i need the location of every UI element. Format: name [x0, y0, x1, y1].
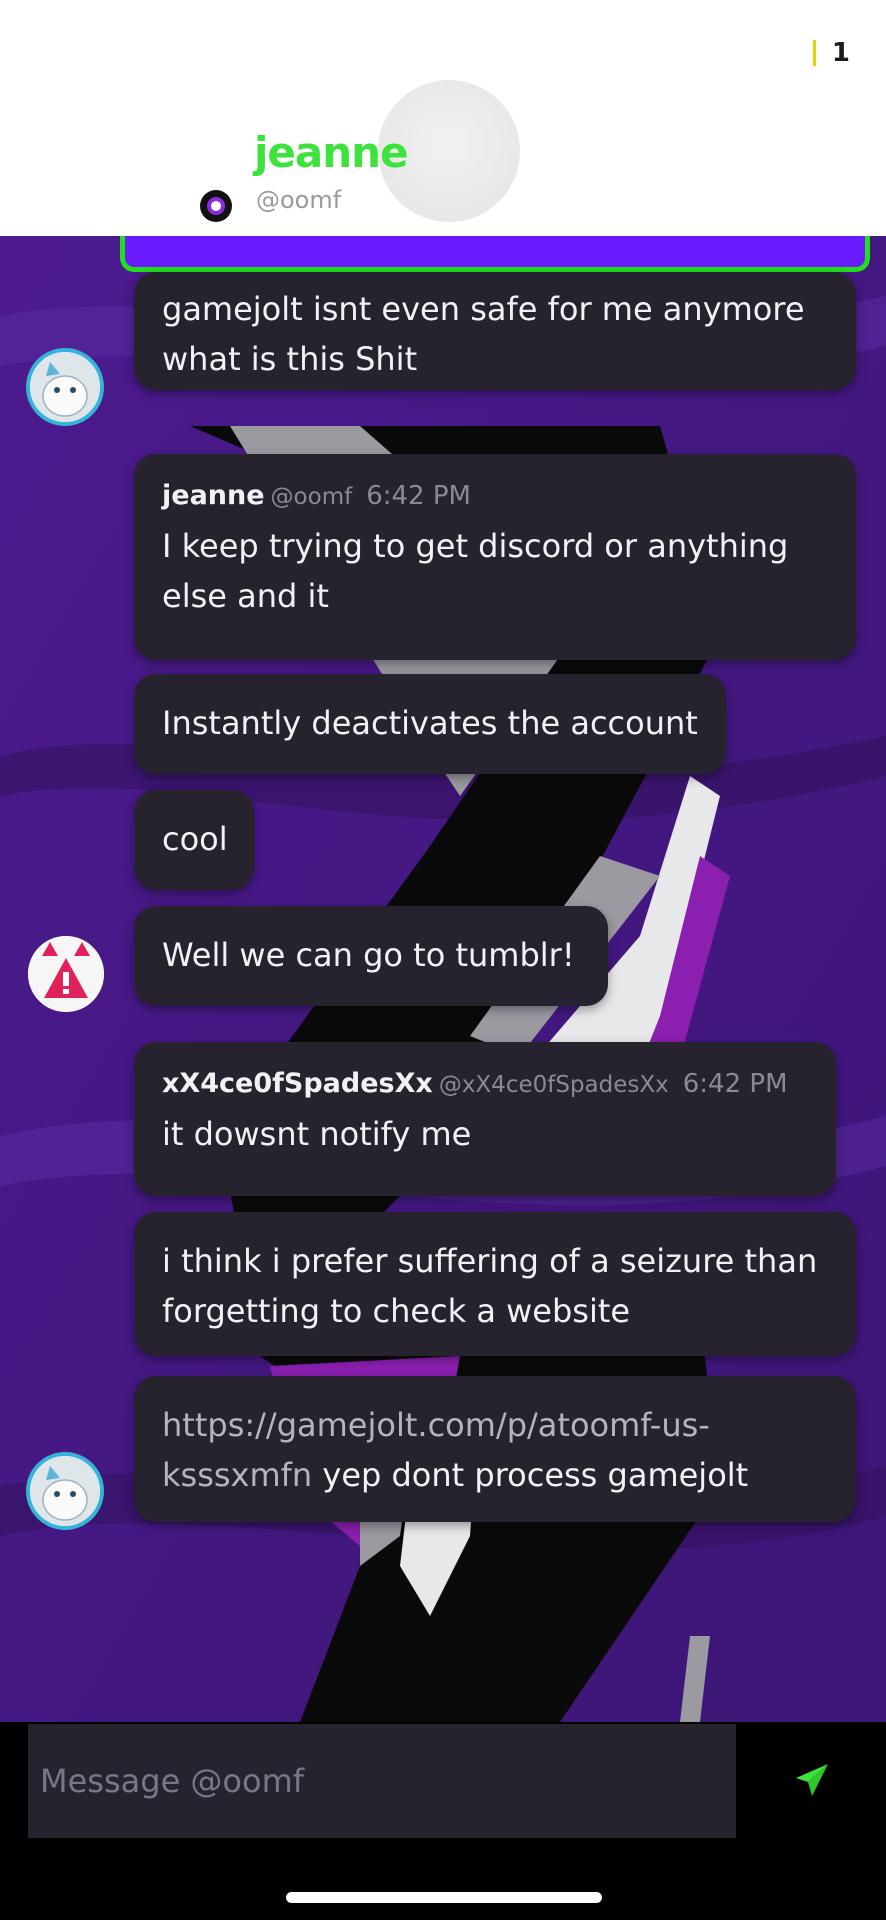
message-meta: jeanne @oomf 6:42 PM: [162, 476, 828, 517]
profile-ring-icon[interactable]: [200, 190, 232, 222]
send-button[interactable]: [782, 1750, 842, 1810]
message-bubble[interactable]: i think i prefer suffering of a seizure …: [134, 1212, 856, 1356]
notification-bar-icon: [812, 40, 816, 66]
message-bubble[interactable]: cool: [134, 790, 254, 890]
user-avatar[interactable]: [26, 348, 104, 426]
message-time: 6:42 PM: [682, 1069, 788, 1099]
message-text: Instantly deactivates the account: [162, 704, 698, 742]
triangle-avatar-icon: [28, 936, 104, 1012]
message-text: i think i prefer suffering of a seizure …: [162, 1242, 818, 1330]
message-text-tail: yep dont process gamejolt: [312, 1456, 749, 1494]
notification-indicator[interactable]: 1: [812, 38, 850, 68]
message-handle[interactable]: @oomf: [271, 484, 353, 510]
message-handle[interactable]: @xX4ce0fSpadesXx: [439, 1072, 669, 1098]
message-text: I keep trying to get discord or anything…: [162, 527, 789, 615]
user-avatar[interactable]: [28, 936, 104, 1012]
message-bubble[interactable]: Well we can go to tumblr!: [134, 906, 608, 1006]
message-author[interactable]: xX4ce0fSpadesXx: [162, 1068, 433, 1099]
send-icon: [796, 1764, 828, 1796]
message-bubble[interactable]: jeanne @oomf 6:42 PM I keep trying to get …: [134, 454, 856, 660]
message-text: cool: [162, 820, 228, 858]
message-text: gamejolt isnt even safe for me anymore w…: [162, 290, 805, 378]
previous-message-edge: [120, 236, 870, 272]
message-text: https://gamejolt.com/p/atoomf-us-ksssxmf…: [162, 1400, 828, 1500]
notification-count: 1: [831, 38, 850, 68]
message-input[interactable]: [28, 1724, 736, 1838]
cat-avatar-icon: [30, 1456, 100, 1526]
message-bubble[interactable]: https://gamejolt.com/p/atoomf-us-ksssxmf…: [134, 1376, 856, 1522]
message-composer: [0, 1722, 886, 1920]
message-author[interactable]: jeanne: [162, 480, 265, 511]
message-bubble[interactable]: gamejolt isnt even safe for me anymore w…: [134, 272, 856, 390]
message-time: 6:42 PM: [366, 481, 471, 511]
chat-area[interactable]: gamejolt isnt even safe for me anymore w…: [0, 236, 886, 1722]
message-bubble[interactable]: Instantly deactivates the account: [134, 674, 726, 774]
header-handle: @oomf: [256, 186, 342, 214]
header-name[interactable]: jeanne: [254, 128, 409, 177]
message-text: Well we can go to tumblr!: [162, 936, 575, 974]
home-indicator: [286, 1892, 602, 1903]
chat-header: 1 jeanne @oomf: [0, 0, 886, 236]
message-bubble[interactable]: xX4ce0fSpadesXx @xX4ce0fSpadesXx 6:42 PM i…: [134, 1042, 836, 1196]
user-avatar[interactable]: [26, 1452, 104, 1530]
message-text: it dowsnt notify me: [162, 1115, 472, 1153]
message-meta: xX4ce0fSpadesXx @xX4ce0fSpadesXx 6:42 PM: [162, 1064, 808, 1105]
cat-avatar-icon: [30, 352, 100, 422]
